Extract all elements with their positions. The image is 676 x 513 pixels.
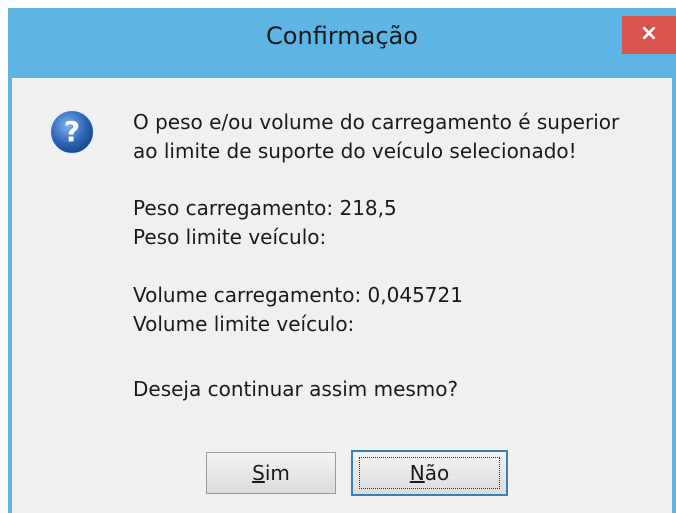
- question-text: Deseja continuar assim mesmo?: [133, 377, 459, 401]
- title-bar[interactable]: Confirmação ×: [8, 8, 676, 78]
- confirmation-dialog: Confirmação × ? O peso e/ou volume do ca…: [8, 8, 676, 513]
- window-title: Confirmação: [266, 22, 418, 50]
- peso-limite: Peso limite veículo:: [133, 225, 327, 249]
- peso-carregamento: Peso carregamento: 218,5: [133, 196, 397, 220]
- close-button[interactable]: ×: [622, 16, 676, 54]
- yes-label: im: [264, 461, 290, 485]
- question-icon: ?: [49, 109, 95, 155]
- message-line-2: ao limite de suporte do veículo selecion…: [133, 139, 577, 163]
- volume-carregamento: Volume carregamento: 0,045721: [133, 283, 463, 307]
- svg-text:?: ?: [64, 115, 80, 148]
- no-button[interactable]: Não: [351, 450, 508, 496]
- focus-ring: [359, 457, 500, 489]
- message-line-1: O peso e/ou volume do carregamento é sup…: [133, 110, 620, 134]
- dialog-body: ? O peso e/ou volume do carregamento é s…: [12, 78, 672, 513]
- yes-mnemonic: S: [252, 461, 265, 485]
- yes-button[interactable]: Sim: [206, 452, 336, 494]
- volume-limite: Volume limite veículo:: [133, 312, 355, 336]
